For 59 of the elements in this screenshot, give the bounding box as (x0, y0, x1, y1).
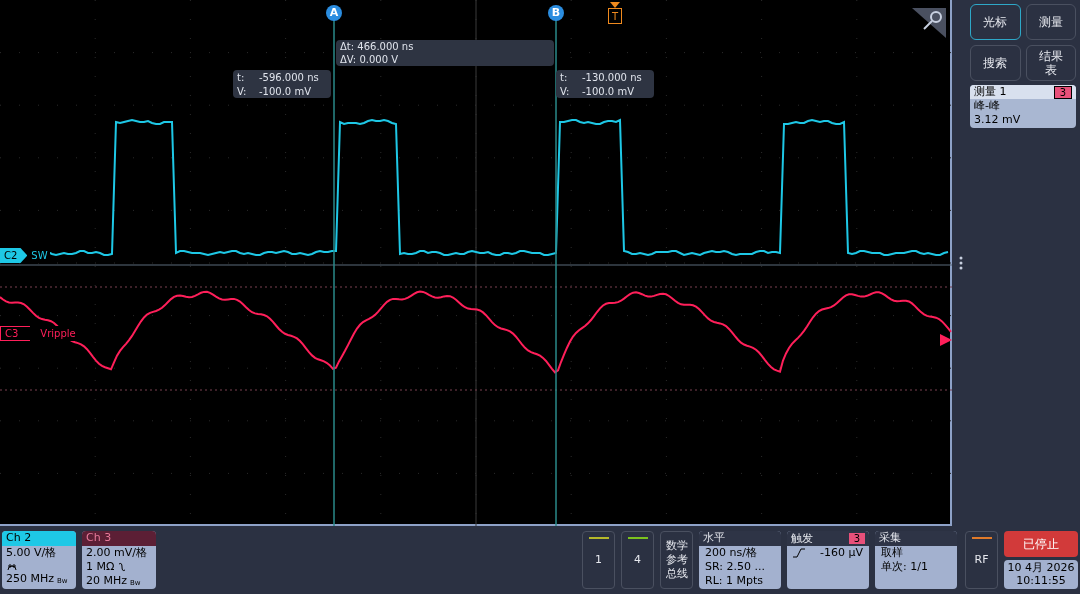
zoom-corner-icon (912, 8, 946, 38)
panel-button[interactable]: 光标 (970, 4, 1021, 40)
panel-button[interactable]: 测量 (1025, 4, 1076, 40)
date: 10 4月 2026 (1007, 561, 1075, 574)
vertical-scale: 5.00 V/格 (5, 546, 58, 560)
readout-value: -596.000 ns (259, 71, 320, 85)
channel-tag[interactable]: C3 (0, 326, 31, 341)
badge-line: 200 ns/格 (704, 546, 758, 560)
readout-value: -100.0 mV (259, 84, 312, 98)
measurement-title: 测量 1 (974, 85, 1007, 99)
trigger-level: -160 μV (820, 546, 863, 560)
source-tag: 3 (1053, 85, 1072, 99)
time: 10:11:55 (1016, 574, 1066, 587)
trigger-marker[interactable]: T (608, 8, 622, 24)
readout-label: t: (560, 71, 569, 85)
bandwidth: 20 MHz (86, 574, 128, 588)
cursor-handle[interactable]: B (548, 5, 564, 21)
vertical-scale: 2.00 mV/格 (85, 546, 148, 560)
bandwidth: 250 MHz (6, 572, 55, 586)
more-icon[interactable] (959, 256, 963, 270)
cursor-handle[interactable]: A (326, 5, 342, 21)
trigger-level-icon (940, 334, 952, 346)
measurement-type: 峰-峰 (974, 99, 1001, 113)
trigger-badge[interactable]: 触发 3 -160 μV (787, 531, 869, 589)
source-tag: 3 (848, 533, 865, 544)
channel-title: Ch 2 (2, 531, 76, 546)
channel-title: Ch 3 (82, 531, 156, 546)
run-stop-button[interactable]: 已停止 (1004, 531, 1078, 557)
rising-edge-icon (793, 548, 805, 558)
measurement-badge[interactable]: 测量 1 3 峰-峰 3.12 mV (970, 85, 1076, 128)
channel-tag[interactable]: C2 (0, 248, 28, 263)
trigger-position-icon (610, 2, 620, 8)
panel-button[interactable]: 结果表 (1025, 45, 1076, 81)
delta-readout: Δt: 466.000 ns (340, 40, 415, 53)
panel-button[interactable]: 搜索 (970, 45, 1021, 81)
badge-line: 单次: 1/1 (880, 560, 929, 574)
channel-button[interactable]: 1 (582, 531, 615, 589)
readout-value: -130.000 ns (582, 71, 643, 85)
badge-title: 水平 (699, 531, 781, 546)
readout-value: -100.0 mV (582, 84, 635, 98)
badge-line: SR: 2.50 ... (704, 560, 766, 574)
readout-label: V: (560, 84, 571, 98)
readout-label: t: (237, 71, 246, 85)
badge-title: 触发 (791, 531, 813, 546)
delta-readout: ΔV: 0.000 V (340, 53, 400, 66)
input-coupling: 1 MΩ (86, 560, 115, 574)
badge-line: RL: 1 Mpts (704, 574, 764, 588)
badge-line: 取样 (880, 546, 904, 560)
acquisition-badge[interactable]: 采集 取样 单次: 1/1 (875, 531, 957, 589)
math-ref-bus-button[interactable]: 数学参考总线 (660, 531, 693, 589)
measurement-value: 3.12 mV (974, 113, 1022, 127)
readout-label: V: (237, 84, 248, 98)
channel-button[interactable]: 4 (621, 531, 654, 589)
badge-title: 采集 (875, 531, 957, 546)
channel-name: SW (31, 249, 48, 263)
ac-coupling-icon (118, 562, 127, 572)
rf-button[interactable]: RF (965, 531, 998, 589)
channel-name: Vripple (40, 327, 76, 341)
horizontal-badge[interactable]: 水平 200 ns/格 SR: 2.50 ... RL: 1 Mpts (699, 531, 781, 589)
